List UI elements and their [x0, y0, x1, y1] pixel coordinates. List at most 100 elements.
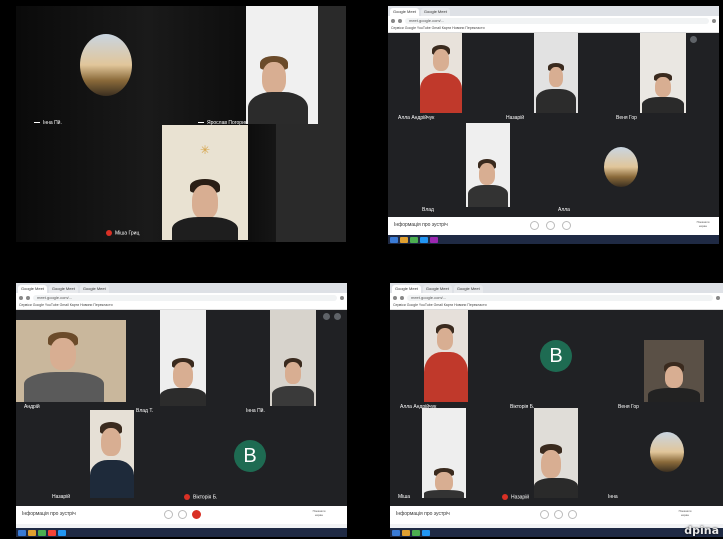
- back-icon[interactable]: [19, 295, 23, 300]
- browser-tab[interactable]: Google Meet: [48, 285, 78, 293]
- folder-icon[interactable]: [402, 529, 410, 536]
- url-field[interactable]: meet.google.com/...: [407, 294, 713, 301]
- chrome-icon[interactable]: [38, 529, 46, 536]
- participant-name-tag: Вікторія Б.: [184, 494, 217, 500]
- participant-name-tag: Влад: [422, 207, 434, 213]
- menu-icon[interactable]: [340, 295, 344, 300]
- browser-window: Google Meet Google Meet Google Meet meet…: [390, 283, 723, 537]
- start-icon[interactable]: [390, 236, 398, 243]
- meeting-details-link[interactable]: Інформація про зустріч: [22, 511, 76, 517]
- browser-tab[interactable]: Google Meet: [392, 285, 421, 293]
- video-tile[interactable]: [424, 310, 468, 402]
- start-icon[interactable]: [18, 529, 26, 536]
- meeting-details-link[interactable]: Інформація про зустріч: [394, 222, 448, 228]
- present-now-button[interactable]: Показати екран: [695, 220, 711, 230]
- participant-name-tag: Веня Гор: [616, 115, 637, 121]
- video-tile[interactable]: [160, 310, 206, 406]
- present-now-button[interactable]: Показати екран: [677, 509, 693, 519]
- video-tile[interactable]: [534, 33, 578, 113]
- menu-icon[interactable]: [716, 295, 720, 300]
- browser-tab-strip: Google Meet Google Meet Google Meet: [16, 283, 347, 293]
- menu-icon[interactable]: [712, 18, 716, 23]
- app-icon[interactable]: [58, 529, 66, 536]
- participant-name-tag: Інна: [608, 494, 618, 500]
- participant-avatar-image: [650, 432, 684, 472]
- participant-name-tag: Вікторія Б.: [510, 404, 535, 410]
- participant-name-tag: Назарій: [506, 115, 525, 121]
- video-tile[interactable]: [270, 310, 316, 406]
- browser-tab[interactable]: Google Meet: [422, 285, 452, 293]
- address-bar: meet.google.com/...: [390, 293, 723, 302]
- address-bar: meet.google.com/...: [16, 293, 347, 302]
- video-tile[interactable]: [246, 6, 318, 124]
- camera-button[interactable]: [554, 510, 563, 519]
- meet-top-icons: [323, 313, 341, 320]
- app-icon[interactable]: [48, 529, 56, 536]
- reload-icon[interactable]: [26, 295, 30, 300]
- chat-icon[interactable]: [690, 36, 697, 43]
- reload-icon[interactable]: [398, 18, 402, 23]
- participant-avatar-letter: B: [234, 440, 266, 472]
- video-tile[interactable]: [16, 320, 126, 402]
- url-field[interactable]: meet.google.com/...: [33, 294, 337, 301]
- participant-name-tag: Назарій: [502, 494, 529, 500]
- present-now-button[interactable]: Показати екран: [311, 509, 327, 519]
- chrome-icon[interactable]: [410, 236, 418, 243]
- meet-controls-bar: Інформація про зустріч Показати екран: [388, 217, 719, 235]
- chrome-icon[interactable]: [412, 529, 420, 536]
- back-icon[interactable]: [391, 18, 395, 23]
- video-tile[interactable]: ✳: [162, 125, 248, 240]
- mic-button[interactable]: [164, 510, 173, 519]
- video-tile[interactable]: [466, 123, 510, 207]
- browser-tab[interactable]: Google Meet: [79, 285, 109, 293]
- people-icon[interactable]: [323, 313, 330, 320]
- participant-name-tag: Назарій: [52, 494, 71, 500]
- bookmarks-bar: Сервіси Google YouTube Gmail Карти Новин…: [388, 25, 719, 33]
- video-tile[interactable]: [640, 33, 686, 113]
- chat-icon[interactable]: [334, 313, 341, 320]
- participant-name-tag: Інна Пй.: [246, 408, 265, 414]
- participant-name-tag: Міша Гриц: [106, 230, 139, 236]
- app-icon[interactable]: [430, 236, 438, 243]
- participant-name-tag: Інна Пй.: [34, 120, 62, 126]
- start-icon[interactable]: [392, 529, 400, 536]
- url-field[interactable]: meet.google.com/...: [405, 17, 709, 24]
- browser-tab[interactable]: Google Meet: [390, 8, 419, 16]
- browser-window: Google Meet Google Meet meet.google.com/…: [388, 6, 719, 244]
- participant-name-tag: Міша: [398, 494, 411, 500]
- camera-button[interactable]: [546, 221, 555, 230]
- mic-button[interactable]: [530, 221, 539, 230]
- bookmarks-bar: Сервіси Google YouTube Gmail Карти Новин…: [390, 302, 723, 310]
- meet-controls-bar: Інформація про зустріч Показати екран: [16, 506, 347, 524]
- browser-tab[interactable]: Google Meet: [453, 285, 483, 293]
- bookmarks-bar: Сервіси Google YouTube Gmail Карти Новин…: [16, 302, 347, 310]
- video-tile[interactable]: [422, 408, 466, 498]
- browser-tab-strip: Google Meet Google Meet Google Meet: [390, 283, 723, 293]
- video-tile[interactable]: [90, 410, 134, 498]
- browser-tab[interactable]: Google Meet: [18, 285, 47, 293]
- browser-tab[interactable]: Google Meet: [420, 8, 450, 16]
- leave-call-button[interactable]: [568, 510, 577, 519]
- browser-window: Google Meet Google Meet Google Meet meet…: [16, 283, 347, 537]
- mic-muted-icon: [106, 230, 112, 236]
- meeting-details-link[interactable]: Інформація про зустріч: [396, 511, 450, 517]
- leave-call-button[interactable]: [562, 221, 571, 230]
- mic-button[interactable]: [540, 510, 549, 519]
- windows-taskbar: [390, 528, 723, 537]
- camera-button[interactable]: [178, 510, 187, 519]
- windows-taskbar: [388, 235, 719, 244]
- participant-avatar-letter: B: [540, 340, 572, 372]
- wall-decoration-icon: ✳: [200, 143, 211, 157]
- app-icon[interactable]: [420, 236, 428, 243]
- leave-call-button[interactable]: [192, 510, 201, 519]
- address-bar: meet.google.com/...: [388, 16, 719, 25]
- app-icon[interactable]: [422, 529, 430, 536]
- video-tile[interactable]: [644, 340, 704, 402]
- folder-icon[interactable]: [400, 236, 408, 243]
- meet-controls-bar: Інформація про зустріч Показати екран: [390, 506, 723, 524]
- video-tile[interactable]: [420, 33, 462, 113]
- back-icon[interactable]: [393, 295, 397, 300]
- reload-icon[interactable]: [400, 295, 404, 300]
- video-tile[interactable]: [534, 408, 578, 498]
- folder-icon[interactable]: [28, 529, 36, 536]
